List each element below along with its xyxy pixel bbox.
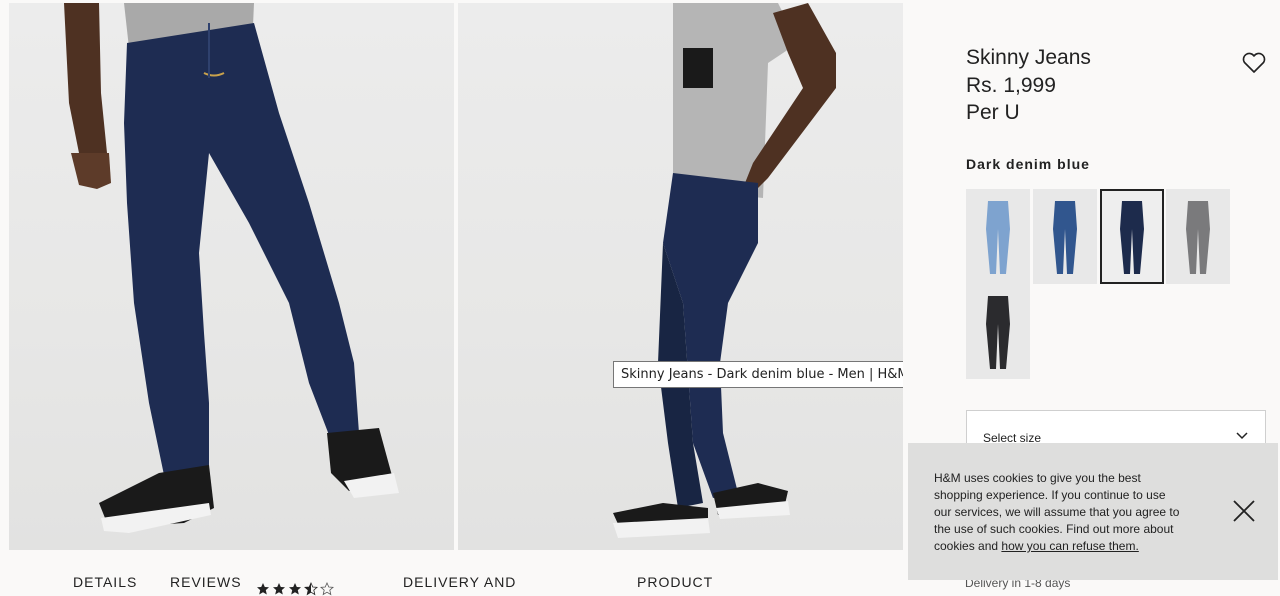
color-swatch-light-blue[interactable] [966, 189, 1030, 284]
jeans-thumbnail-icon [986, 201, 1010, 274]
jeans-thumbnail-icon [1053, 201, 1077, 274]
front-view-illustration [64, 3, 399, 533]
image-tooltip: Skinny Jeans - Dark denim blue - Men | H… [613, 361, 927, 388]
product-info-tabs: DETAILS REVIEWS DELIVERY AND PRODUCT [0, 550, 903, 596]
product-title: Skinny Jeans [966, 46, 1091, 69]
cookie-banner: H&M uses cookies to give you the best sh… [908, 443, 1278, 580]
color-swatch-denim-blue[interactable] [1033, 189, 1097, 284]
tab-delivery[interactable]: DELIVERY AND [403, 574, 516, 590]
product-unit: Per U [966, 101, 1020, 124]
tab-reviews[interactable]: REVIEWS [170, 574, 242, 590]
cookie-refuse-link[interactable]: how you can refuse them. [1001, 539, 1138, 553]
product-page: Skinny Jeans - Dark denim blue - Men | H… [0, 0, 1280, 596]
cookie-close-button[interactable] [1231, 498, 1257, 524]
selected-color-name: Dark denim blue [966, 156, 1090, 172]
jeans-thumbnail-icon [1120, 201, 1144, 274]
close-icon [1233, 500, 1255, 522]
rating-stars[interactable] [256, 582, 334, 596]
product-photo-side[interactable] [458, 3, 903, 550]
chevron-down-icon [1236, 432, 1248, 440]
star-empty-icon [320, 582, 334, 596]
star-half-icon [304, 582, 318, 596]
color-swatch-dark-denim-blue[interactable] [1100, 189, 1164, 284]
cookie-message: H&M uses cookies to give you the best sh… [934, 470, 1184, 555]
tab-details[interactable]: DETAILS [73, 574, 137, 590]
jeans-thumbnail-icon [986, 296, 1010, 369]
jeans-thumbnail-icon [1186, 201, 1210, 274]
product-price: Rs. 1,999 [966, 74, 1056, 97]
color-swatch-grey[interactable] [1166, 189, 1230, 284]
star-filled-icon [289, 583, 301, 595]
color-swatch-black[interactable] [966, 284, 1030, 379]
star-filled-icon [273, 583, 285, 595]
product-photo-front[interactable] [9, 3, 454, 550]
side-view-illustration [613, 3, 836, 538]
favorite-button[interactable] [1241, 50, 1267, 76]
tab-product[interactable]: PRODUCT [637, 574, 713, 590]
star-filled-icon [257, 583, 269, 595]
heart-icon [1242, 52, 1266, 73]
